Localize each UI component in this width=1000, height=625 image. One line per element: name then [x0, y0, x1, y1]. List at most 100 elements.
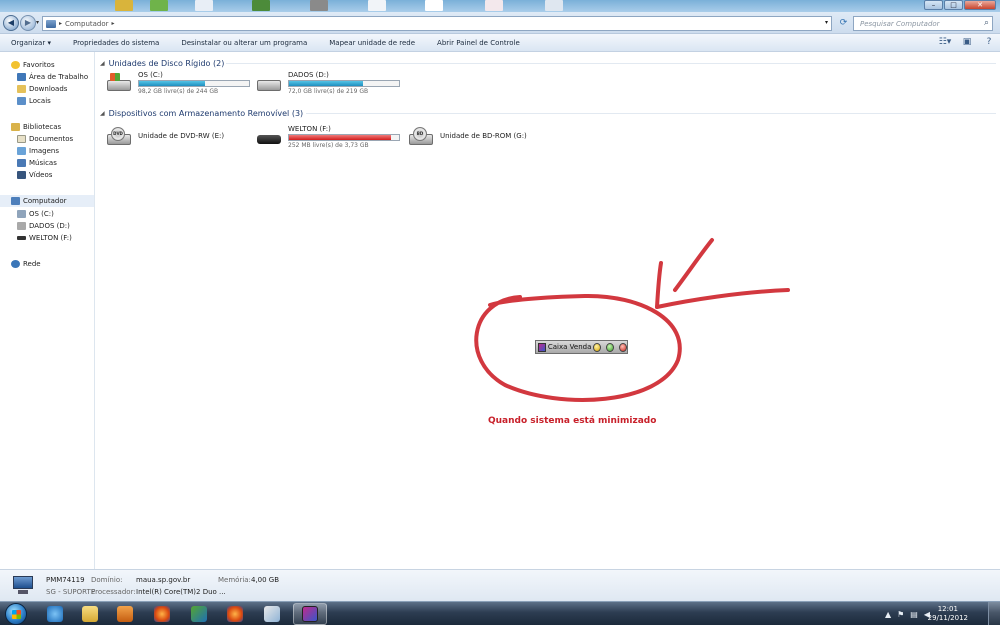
open-control-panel-button[interactable]: Abrir Painel de Controle [426, 39, 531, 47]
drive-free-space: 72,0 GB livre(s) de 219 GB [288, 88, 369, 95]
nav-desktop[interactable]: Área de Trabalho [17, 71, 88, 83]
search-input[interactable]: Pesquisar Computador ⌕ [853, 16, 993, 31]
arrow-right-icon: ▶ [24, 18, 32, 27]
nav-drive-d[interactable]: DADOS (D:) [17, 220, 70, 232]
nav-label: OS (C:) [29, 210, 54, 218]
taskbar-firefox-1[interactable] [145, 603, 179, 625]
clock-date: 29/11/2012 [927, 614, 968, 622]
taskbar-paint[interactable] [255, 603, 289, 625]
maximize-button[interactable]: □ [944, 0, 963, 10]
drive-name: DADOS (D:) [288, 71, 329, 79]
nav-libraries[interactable]: Bibliotecas [11, 121, 61, 133]
taskbar-app[interactable] [182, 603, 216, 625]
nav-drive-c[interactable]: OS (C:) [17, 208, 54, 220]
places-icon [17, 97, 26, 105]
taskbar-caixa-venda[interactable] [293, 603, 327, 625]
taskbar-media-player[interactable] [108, 603, 142, 625]
nav-label: Vídeos [29, 171, 53, 179]
drive-c[interactable]: OS (C:) 98,2 GB livre(s) de 244 GB [106, 71, 256, 95]
workgroup: SG - SUPORTE [46, 588, 96, 596]
computer-icon [46, 19, 56, 28]
nav-label: Rede [23, 260, 41, 268]
nav-favorites[interactable]: Favoritos [11, 59, 55, 71]
network-icon[interactable]: ▤ [910, 610, 918, 619]
show-hidden-icons-icon[interactable]: ▲ [885, 610, 891, 619]
desktop-background: – □ ✕ [0, 0, 1000, 12]
breadcrumb-computer[interactable]: Computador [65, 20, 109, 28]
address-bar[interactable]: ▸ Computador ▸ ▾ [42, 16, 832, 31]
computer-icon [11, 197, 20, 205]
desktop-icon [252, 0, 270, 11]
back-button[interactable]: ◀ [3, 15, 19, 31]
nav-music[interactable]: Músicas [17, 157, 57, 169]
memory-label: Memória: [218, 576, 251, 584]
breadcrumb-chevron-icon[interactable]: ▸ [112, 20, 115, 27]
arrow-left-icon: ◀ [7, 18, 15, 27]
group-header-removable[interactable]: ◢ Dispositivos com Armazenamento Removív… [100, 107, 303, 119]
group-title: Dispositivos com Armazenamento Removível… [108, 108, 304, 118]
nav-videos[interactable]: Vídeos [17, 169, 52, 181]
app-icon [191, 606, 207, 622]
preview-pane-icon[interactable]: ▣ [960, 36, 974, 48]
group-divider [226, 63, 996, 64]
search-icon[interactable]: ⌕ [984, 18, 989, 28]
minimize-button[interactable]: – [924, 0, 943, 10]
organize-button[interactable]: Organizar ▾ [0, 39, 62, 47]
map-network-drive-button[interactable]: Mapear unidade de rede [318, 39, 426, 47]
show-desktop-button[interactable] [988, 602, 1000, 625]
address-dropdown-icon[interactable]: ▾ [825, 19, 828, 26]
drive-e[interactable]: DVD Unidade de DVD-RW (E:) [106, 125, 256, 149]
forward-button[interactable]: ▶ [20, 15, 36, 31]
nav-label: Favoritos [23, 61, 55, 69]
group-divider [306, 113, 996, 114]
nav-downloads[interactable]: Downloads [17, 83, 67, 95]
drive-g[interactable]: BD Unidade de BD-ROM (G:) [408, 125, 558, 149]
taskbar-firefox-2[interactable] [218, 603, 252, 625]
group-header-hard-disks[interactable]: ◢ Unidades de Disco Rígido (2) [100, 57, 224, 69]
close-button[interactable]: ✕ [964, 0, 996, 10]
nav-label: WELTON (F:) [29, 234, 72, 242]
app-icon [538, 342, 546, 352]
images-icon [17, 147, 26, 155]
paint-icon [264, 606, 280, 622]
view-options-icon[interactable]: ☷▾ [938, 36, 952, 48]
nav-label: Área de Trabalho [29, 73, 89, 81]
drive-usage-bar [288, 80, 400, 87]
taskbar-explorer[interactable] [73, 603, 107, 625]
refresh-button[interactable]: ⟳ [836, 16, 851, 31]
help-icon[interactable]: ? [982, 36, 996, 48]
taskbar-internet-explorer[interactable] [38, 603, 72, 625]
clock[interactable]: 12:01 29/11/2012 [928, 605, 968, 623]
collapse-triangle-icon[interactable]: ◢ [100, 60, 105, 67]
start-button[interactable] [5, 603, 27, 625]
flag-icon[interactable]: ⚑ [897, 610, 904, 619]
nav-documents[interactable]: Documentos [17, 133, 73, 145]
folder-icon [82, 606, 98, 622]
drive-f[interactable]: WELTON (F:) 252 MB livre(s) de 3,73 GB [256, 125, 406, 149]
group-title: Unidades de Disco Rígido (2) [108, 58, 225, 68]
star-icon [11, 61, 20, 69]
nav-network[interactable]: Rede [11, 258, 41, 270]
uninstall-program-button[interactable]: Desinstalar ou alterar um programa [170, 39, 318, 47]
breadcrumb-chevron-icon[interactable]: ▸ [59, 20, 62, 27]
desktop-icon [17, 73, 26, 81]
minimized-window-bar[interactable]: Caixa Venda [535, 340, 628, 354]
desktop-icon [150, 0, 168, 11]
maximize-button[interactable] [606, 342, 615, 352]
nav-places[interactable]: Locais [17, 95, 51, 107]
system-properties-button[interactable]: Propriedades do sistema [62, 39, 170, 47]
recent-pages-dropdown[interactable]: ▾ [36, 19, 39, 26]
downloads-folder-icon [17, 85, 26, 93]
drive-d[interactable]: DADOS (D:) 72,0 GB livre(s) de 219 GB [256, 71, 406, 95]
nav-images[interactable]: Imagens [17, 145, 59, 157]
nav-drive-f[interactable]: WELTON (F:) [17, 232, 72, 244]
clock-time: 12:01 [937, 605, 958, 613]
collapse-triangle-icon[interactable]: ◢ [100, 110, 105, 117]
firefox-icon [227, 606, 243, 622]
content-pane: ◢ Unidades de Disco Rígido (2) OS (C:) 9… [96, 52, 1000, 569]
restore-button[interactable] [593, 342, 602, 352]
computer-icon [10, 574, 36, 596]
close-button[interactable] [619, 342, 628, 352]
processor-label: Processador: [91, 588, 136, 596]
nav-computer[interactable]: Computador [0, 195, 94, 207]
